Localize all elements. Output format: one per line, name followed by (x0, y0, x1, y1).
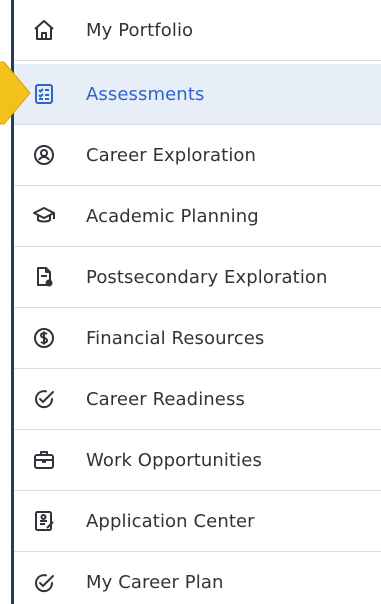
menu-item-label: Academic Planning (86, 205, 259, 227)
menu-item-assessments[interactable]: Assessments (14, 64, 381, 125)
menu-item-label: Career Exploration (86, 144, 257, 166)
document-pin-icon (30, 263, 58, 291)
menu-item-label: My Career Plan (86, 572, 224, 593)
menu-item-label: Application Center (86, 510, 255, 532)
menu-item-career-readiness[interactable]: Career Readiness (14, 369, 381, 430)
graduation-cap-icon (30, 202, 58, 230)
person-circle-icon (30, 141, 58, 169)
checkmark-circle-icon (30, 385, 58, 413)
checklist-icon (30, 80, 58, 108)
menu-item-postsecondary-exploration[interactable]: Postsecondary Exploration (14, 247, 381, 308)
menu-item-label: Career Readiness (86, 388, 245, 410)
menu-item-label: My Portfolio (86, 19, 194, 41)
checkmark-circle-icon (30, 569, 58, 597)
menu-item-financial-resources[interactable]: Financial Resources (14, 308, 381, 369)
navigation-screen: My Portfolio Assessments Career Explorat… (0, 0, 381, 604)
menu-item-label: Financial Resources (86, 327, 265, 349)
menu-item-label: Work Opportunities (86, 449, 262, 471)
application-form-icon (30, 507, 58, 535)
menu-item-my-portfolio[interactable]: My Portfolio (14, 0, 381, 61)
pointer-arrow-icon (0, 61, 31, 125)
menu-item-my-career-plan[interactable]: My Career Plan (14, 552, 381, 604)
menu-item-label: Assessments (86, 83, 205, 105)
menu-item-work-opportunities[interactable]: Work Opportunities (14, 430, 381, 491)
menu-item-label: Postsecondary Exploration (86, 266, 328, 288)
menu-item-career-exploration[interactable]: Career Exploration (14, 125, 381, 186)
briefcase-icon (30, 446, 58, 474)
side-navigation-menu: My Portfolio Assessments Career Explorat… (11, 0, 381, 604)
dollar-circle-icon (30, 324, 58, 352)
menu-item-application-center[interactable]: Application Center (14, 491, 381, 552)
home-icon (30, 16, 58, 44)
menu-item-academic-planning[interactable]: Academic Planning (14, 186, 381, 247)
